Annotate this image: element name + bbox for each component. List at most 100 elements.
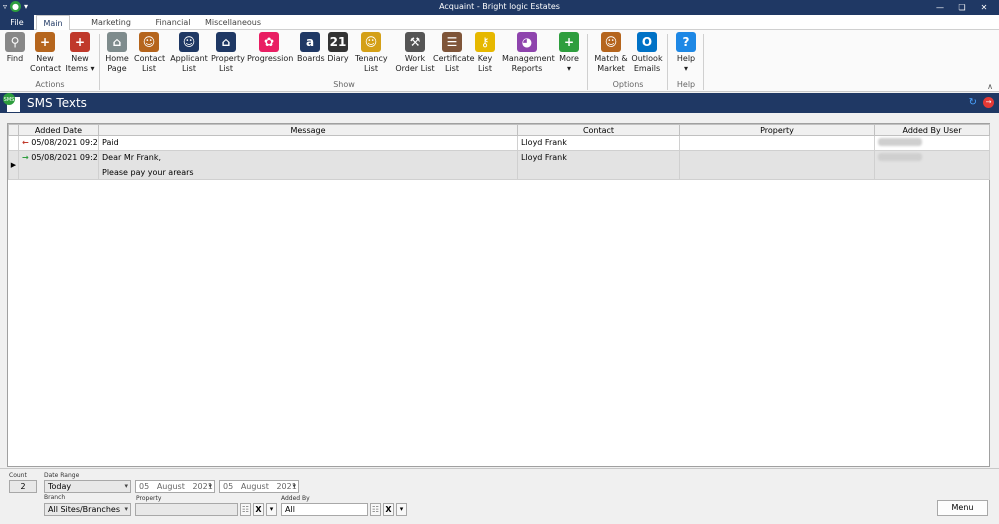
cell-added-by-user [874, 150, 990, 180]
tab-marketing-tools[interactable]: Marketing Tools [80, 15, 142, 42]
refresh-icon[interactable]: ↻ [969, 97, 977, 108]
group-separator [99, 34, 100, 90]
chevron-down-icon[interactable]: ▾ [124, 481, 128, 492]
property-search-icon[interactable]: ☷ [240, 503, 251, 516]
tab-main[interactable]: Main [36, 15, 70, 30]
help-icon: ? [676, 32, 696, 52]
property-list-icon: ⌂ [216, 32, 236, 52]
close-button[interactable]: ✕ [973, 1, 995, 14]
ribbon: Actions Show Options Help ∧ ⚲ Find + New Co… [0, 30, 999, 92]
collapse-ribbon-button[interactable]: ∧ [987, 82, 993, 91]
chevron-down-icon[interactable]: ▾ [208, 481, 212, 492]
date-range-select[interactable]: Today ▾ [44, 480, 131, 493]
tab-financial[interactable]: Financial [152, 15, 194, 30]
management-reports-icon: ◕ [517, 32, 537, 52]
column-header-added-date[interactable]: Added Date [18, 124, 99, 136]
property-field[interactable] [135, 503, 238, 516]
match-market-button[interactable]: ☺ Match & Market [593, 32, 629, 74]
menu-button[interactable]: Menu [937, 500, 988, 516]
group-label-show: Show [333, 80, 355, 89]
exit-icon[interactable]: → [983, 97, 994, 108]
added-by-field[interactable]: All [281, 503, 368, 516]
added-by-dropdown-button[interactable]: ▾ [396, 503, 407, 516]
more-plus-icon: + [559, 32, 579, 52]
cell-added-date: ← 05/08/2021 09:21 [18, 135, 99, 151]
cell-contact: Lloyd Frank [517, 150, 680, 180]
sms-icon: SMS [3, 93, 20, 112]
date-range-label: Date Range [44, 472, 80, 479]
progression-icon: ✿ [259, 32, 279, 52]
contact-list-button[interactable]: ☺ Contact List [134, 32, 166, 74]
row-indicator-header [8, 124, 19, 136]
chevron-down-icon[interactable]: ▾ [124, 504, 128, 515]
certificate-list-icon: ☰ [442, 32, 462, 52]
ribbon-button-label: Contact List [134, 54, 166, 73]
added-by-label: Added By [281, 495, 310, 502]
boards-button[interactable]: a Boards [297, 32, 325, 64]
restore-button[interactable]: ❏ [951, 1, 973, 14]
added-by-clear-button[interactable]: X [383, 503, 394, 516]
table-row[interactable]: ← 05/08/2021 09:21 Paid Lloyd Frank [8, 135, 990, 151]
column-header-added-by-user[interactable]: Added By User [874, 124, 990, 136]
added-by-search-icon[interactable]: ☷ [370, 503, 381, 516]
tab-file[interactable]: File [0, 15, 34, 30]
chevron-down-icon[interactable]: ▾ [292, 481, 296, 492]
tenancy-list-button[interactable]: ☺ Tenancy List [355, 32, 388, 74]
minimize-button[interactable]: — [929, 1, 951, 14]
date-text: 05/08/2021 09:21 [31, 138, 99, 147]
column-header-message[interactable]: Message [98, 124, 518, 136]
column-header-contact[interactable]: Contact [517, 124, 680, 136]
ribbon-button-label: Find [6, 54, 24, 63]
ribbon-button-label: Applicant List [170, 54, 208, 73]
table-header-row: Added Date Message Contact Property Adde… [8, 124, 990, 136]
redacted-user [878, 153, 922, 161]
ribbon-button-label: Home Page [105, 54, 129, 73]
new-items-button[interactable]: + New Items ▾ [65, 32, 95, 74]
applicant-list-button[interactable]: ☺ Applicant List [170, 32, 208, 74]
table-row[interactable]: ▶ → 05/08/2021 09:21 Dear Mr Frank, Pleas… [8, 150, 990, 180]
count-label: Count [9, 472, 27, 479]
date-from-picker[interactable]: 05 August 2021 ▾ [135, 480, 215, 493]
ribbon-button-label: Property List [211, 54, 245, 73]
property-dropdown-button[interactable]: ▾ [266, 503, 277, 516]
management-reports-button[interactable]: ◕ Management Reports [502, 32, 555, 74]
diary-icon: 21 [328, 32, 348, 52]
tab-miscellaneous[interactable]: Miscellaneous [204, 15, 262, 30]
property-clear-button[interactable]: X [253, 503, 264, 516]
ribbon-button-label: Tenancy List [355, 54, 388, 73]
property-list-button[interactable]: ⌂ Property List [211, 32, 245, 74]
progression-button[interactable]: ✿ Progression [247, 32, 294, 64]
ribbon-button-label: Boards [297, 54, 325, 63]
ribbon-button-label: Diary [327, 54, 349, 63]
ribbon-button-label: Work Order List [395, 54, 435, 73]
home-page-button[interactable]: ⌂ Home Page [104, 32, 130, 74]
more-plus-button[interactable]: + More ▾ [557, 32, 581, 74]
help-button[interactable]: ? Help ▾ [673, 32, 699, 74]
group-separator [703, 34, 704, 90]
ribbon-button-label: New Items ▾ [65, 54, 95, 73]
svg-text:SMS: SMS [4, 97, 15, 103]
title-bar: ▿ ● ▾ Acquaint - Bright logic Estates — … [0, 0, 999, 15]
window-title: Acquaint - Bright logic Estates [439, 2, 560, 11]
outlook-button[interactable]: O Outlook Emails [630, 32, 664, 74]
magnifier-button[interactable]: ⚲ Find [2, 32, 28, 64]
key-button[interactable]: ⚷ Key List [474, 32, 496, 74]
ribbon-button-label: Progression [247, 54, 294, 63]
certificate-list-button[interactable]: ☰ Certificate List [433, 32, 475, 74]
date-to-day: 05 [223, 482, 234, 491]
match-market-icon: ☺ [601, 32, 621, 52]
work-order-button[interactable]: ⚒ Work Order List [395, 32, 435, 74]
group-separator [587, 34, 588, 90]
new-contact-button[interactable]: + New Contact [30, 32, 61, 74]
branch-select[interactable]: All Sites/Branches ▾ [44, 503, 131, 516]
row-indicator [8, 135, 19, 151]
diary-button[interactable]: 21 Diary [327, 32, 349, 64]
branch-value: All Sites/Branches [48, 505, 120, 514]
contact-list-icon: ☺ [139, 32, 159, 52]
column-header-property[interactable]: Property [679, 124, 875, 136]
cell-contact: Lloyd Frank [517, 135, 680, 151]
date-to-picker[interactable]: 05 August 2021 ▾ [219, 480, 299, 493]
work-order-icon: ⚒ [405, 32, 425, 52]
page-title: SMS Texts [27, 96, 87, 110]
current-row-marker: ▶ [8, 150, 19, 180]
